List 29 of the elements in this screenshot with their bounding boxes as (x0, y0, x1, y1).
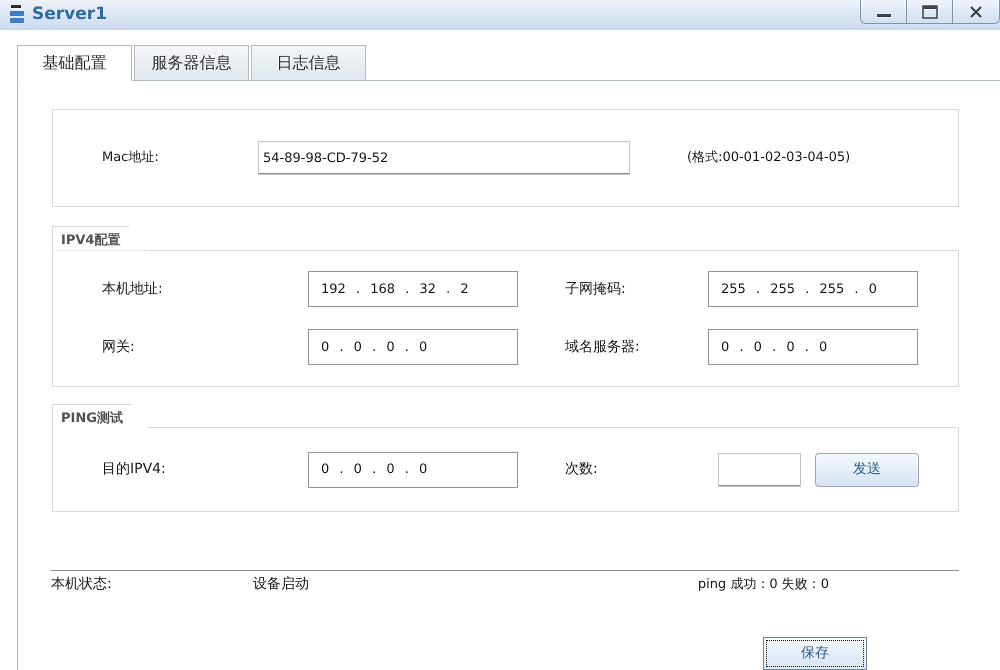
field-label: 网关: (102, 338, 136, 356)
maximize-icon (922, 4, 938, 18)
ip-address-field[interactable]: 0 . 0 . 0 . 0 (308, 329, 518, 365)
field-label: 本机地址: (102, 280, 164, 298)
field-label: Mac地址: (102, 149, 160, 168)
ip-address-field[interactable]: 192 . 168 . 32 . 2 (308, 271, 518, 307)
minimize-icon (876, 14, 890, 17)
tab[interactable]: 服务器信息 (134, 45, 249, 81)
ip-address-field[interactable]: 255 . 255 . 255 . 0 (708, 271, 918, 307)
save-button[interactable]: 保存 (763, 637, 867, 670)
field-label: 子网掩码: (565, 280, 627, 298)
group-title: PING测试 (52, 404, 148, 428)
window-title: Server1 (32, 3, 107, 26)
tab[interactable]: 日志信息 (251, 45, 366, 81)
field-label: 目的IPV4: (102, 460, 167, 479)
count-field[interactable] (718, 452, 801, 486)
ip-address-field[interactable]: 0 . 0 . 0 . 0 (708, 329, 918, 365)
status-label: 本机状态: (51, 575, 113, 594)
close-icon (970, 6, 982, 18)
ip-address-field[interactable]: 0 . 0 . 0 . 0 (308, 452, 518, 488)
send-button[interactable]: 发送 (815, 452, 919, 486)
format-hint: (格式:00-01-02-03-04-05) (687, 149, 850, 168)
group-title: IPV4配置 (52, 226, 146, 250)
mac-address-field[interactable]: 54-89-98-CD-79-52 (258, 141, 630, 175)
status-value: 设备启动 (253, 575, 309, 594)
field-label: 域名服务器: (565, 338, 641, 356)
field-label: 次数: (565, 460, 599, 479)
tab[interactable]: 基础配置 (17, 45, 132, 81)
ping-stats: ping 成功：0 失败：0 (698, 576, 829, 594)
